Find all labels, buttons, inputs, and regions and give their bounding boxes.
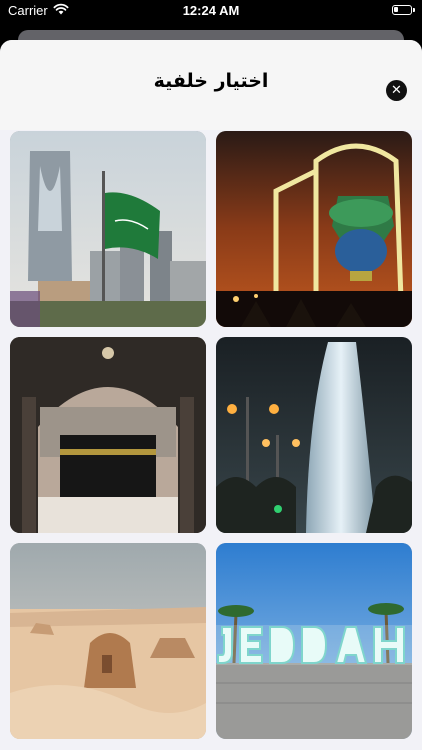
close-button[interactable]: ✕ [386, 80, 407, 101]
background-tile-fountain[interactable] [216, 337, 412, 533]
lantern-image [216, 131, 412, 327]
background-tile-desert[interactable] [10, 543, 206, 739]
desert-image [10, 543, 206, 739]
kaaba-image [10, 337, 206, 533]
jeddah-sign-image [216, 543, 412, 739]
sheet-title: اختيار خلفية [153, 70, 269, 92]
battery-icon [392, 5, 415, 15]
riyadh-image [10, 131, 206, 327]
background-tile-kaaba[interactable] [10, 337, 206, 533]
status-bar: Carrier 12:24 AM [0, 0, 422, 24]
background-tile-riyadh[interactable] [10, 131, 206, 327]
close-icon: ✕ [391, 83, 402, 98]
sheet-header: اختيار خلفية ✕ [0, 40, 422, 130]
background-tile-lantern[interactable] [216, 131, 412, 327]
background-tile-jeddah[interactable] [216, 543, 412, 739]
status-time: 12:24 AM [182, 3, 240, 18]
fountain-image [216, 337, 412, 533]
background-picker-sheet: اختيار خلفية ✕ [0, 40, 422, 750]
